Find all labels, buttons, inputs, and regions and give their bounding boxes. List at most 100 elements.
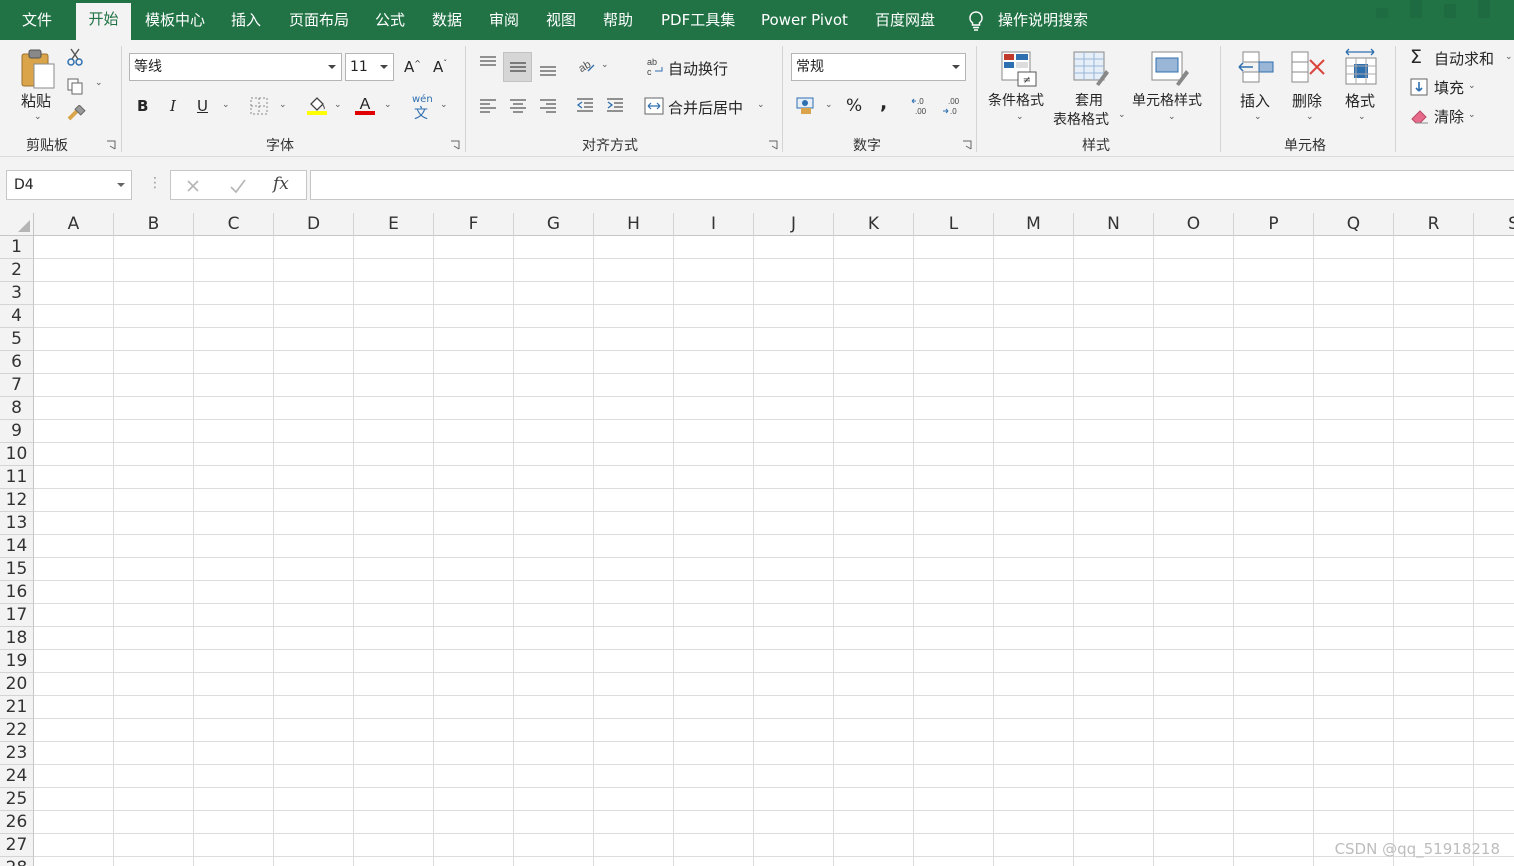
format-as-table-label-1[interactable]: 套用: [1075, 90, 1103, 110]
row-header-24[interactable]: 24: [0, 765, 34, 788]
row-header-17[interactable]: 17: [0, 604, 34, 627]
clear-dropdown-icon[interactable]: ⌄: [1468, 110, 1476, 120]
row-header-8[interactable]: 8: [0, 397, 34, 420]
format-as-table-dropdown-icon[interactable]: ⌄: [1118, 110, 1126, 120]
accounting-dropdown-icon[interactable]: ⌄: [825, 100, 833, 110]
row-header-18[interactable]: 18: [0, 627, 34, 650]
phonetic-dropdown-icon[interactable]: ⌄: [440, 100, 448, 110]
row-header-9[interactable]: 9: [0, 420, 34, 443]
merge-dropdown-icon[interactable]: ⌄: [757, 100, 765, 110]
row-header-20[interactable]: 20: [0, 673, 34, 696]
menu-review[interactable]: 审阅: [489, 0, 519, 40]
format-cells-dropdown-icon[interactable]: ⌄: [1358, 112, 1366, 122]
row-header-7[interactable]: 7: [0, 374, 34, 397]
row-header-6[interactable]: 6: [0, 351, 34, 374]
fill-color-icon[interactable]: [306, 94, 328, 116]
column-header-l[interactable]: L: [914, 213, 994, 236]
copy-dropdown-icon[interactable]: ⌄: [95, 78, 103, 88]
orientation-icon[interactable]: ab: [576, 55, 596, 75]
insert-cells-label[interactable]: 插入: [1240, 90, 1270, 111]
column-header-b[interactable]: B: [114, 213, 194, 236]
align-center-icon[interactable]: [508, 98, 528, 114]
row-header-13[interactable]: 13: [0, 512, 34, 535]
clear-label[interactable]: 清除: [1434, 106, 1464, 127]
row-header-11[interactable]: 11: [0, 466, 34, 489]
number-launcher-icon[interactable]: [962, 140, 972, 150]
bold-button[interactable]: B: [137, 97, 148, 115]
align-left-icon[interactable]: [478, 98, 498, 114]
border-dropdown-icon[interactable]: ⌄: [279, 100, 287, 110]
paste-icon[interactable]: [18, 48, 58, 90]
format-as-table-label-2[interactable]: 表格格式: [1053, 109, 1109, 129]
formula-input[interactable]: [310, 170, 1514, 200]
align-right-icon[interactable]: [538, 98, 558, 114]
menu-template-center[interactable]: 模板中心: [145, 0, 205, 40]
eraser-icon[interactable]: [1410, 107, 1430, 125]
increase-indent-icon[interactable]: [605, 97, 625, 115]
fill-icon[interactable]: [1410, 78, 1428, 96]
copy-icon[interactable]: [66, 77, 84, 95]
menu-home[interactable]: 开始: [76, 3, 131, 40]
cancel-icon[interactable]: [185, 178, 201, 194]
border-icon[interactable]: [250, 97, 268, 115]
autosum-dropdown-icon[interactable]: ⌄: [1505, 52, 1513, 62]
menu-file[interactable]: 文件: [22, 0, 52, 40]
delete-cells-label[interactable]: 删除: [1292, 90, 1322, 111]
accounting-format-icon[interactable]: [795, 96, 819, 116]
row-header-28[interactable]: 28: [0, 857, 34, 866]
font-color-icon[interactable]: A: [354, 94, 376, 116]
column-header-j[interactable]: J: [754, 213, 834, 236]
conditional-format-dropdown-icon[interactable]: ⌄: [1016, 112, 1024, 122]
column-header-o[interactable]: O: [1154, 213, 1234, 236]
comma-button[interactable]: ,: [880, 92, 887, 114]
lightbulb-icon[interactable]: [966, 10, 986, 32]
format-painter-icon[interactable]: [66, 105, 86, 123]
underline-button[interactable]: U: [197, 97, 208, 115]
menu-data[interactable]: 数据: [432, 0, 462, 40]
menu-help[interactable]: 帮助: [603, 0, 633, 40]
decrease-indent-icon[interactable]: [575, 97, 595, 115]
menu-baidu-netdisk[interactable]: 百度网盘: [875, 0, 935, 40]
row-header-14[interactable]: 14: [0, 535, 34, 558]
row-header-16[interactable]: 16: [0, 581, 34, 604]
italic-button[interactable]: I: [170, 97, 176, 115]
row-header-5[interactable]: 5: [0, 328, 34, 351]
autosum-label[interactable]: 自动求和: [1434, 48, 1494, 69]
merge-center-icon[interactable]: [644, 96, 664, 116]
menu-pdf-tools[interactable]: PDF工具集: [661, 0, 735, 40]
row-header-26[interactable]: 26: [0, 811, 34, 834]
decrease-decimal-icon[interactable]: .00.0: [942, 95, 964, 117]
align-top-icon[interactable]: [478, 55, 498, 71]
insert-cells-icon[interactable]: [1237, 50, 1275, 86]
row-header-19[interactable]: 19: [0, 650, 34, 673]
row-header-23[interactable]: 23: [0, 742, 34, 765]
splitter-dots-icon[interactable]: ⋮: [148, 175, 162, 191]
conditional-format-label[interactable]: 条件格式: [988, 90, 1044, 110]
insert-function-icon[interactable]: fx: [273, 174, 289, 194]
increase-decimal-icon[interactable]: .0.00: [911, 95, 933, 117]
row-header-27[interactable]: 27: [0, 834, 34, 857]
row-header-21[interactable]: 21: [0, 696, 34, 719]
format-cells-label[interactable]: 格式: [1345, 90, 1375, 111]
column-header-r[interactable]: R: [1394, 213, 1474, 236]
row-header-1[interactable]: 1: [0, 236, 34, 259]
align-bottom-icon[interactable]: [538, 61, 558, 77]
conditional-format-icon[interactable]: ≠: [1000, 50, 1038, 88]
row-header-25[interactable]: 25: [0, 788, 34, 811]
underline-dropdown-icon[interactable]: ⌄: [222, 100, 230, 110]
column-header-i[interactable]: I: [674, 213, 754, 236]
menu-power-pivot[interactable]: Power Pivot: [761, 0, 848, 40]
column-header-k[interactable]: K: [834, 213, 914, 236]
column-header-g[interactable]: G: [514, 213, 594, 236]
column-header-d[interactable]: D: [274, 213, 354, 236]
cell-styles-dropdown-icon[interactable]: ⌄: [1168, 112, 1176, 122]
column-header-q[interactable]: Q: [1314, 213, 1394, 236]
paste-label[interactable]: 粘贴: [21, 90, 51, 111]
font-name-combo[interactable]: 等线: [129, 53, 342, 81]
paste-dropdown-icon[interactable]: ⌄: [34, 112, 42, 122]
row-header-2[interactable]: 2: [0, 259, 34, 282]
menu-formulas[interactable]: 公式: [375, 0, 405, 40]
enter-icon[interactable]: [229, 178, 247, 194]
column-header-m[interactable]: M: [994, 213, 1074, 236]
number-format-combo[interactable]: 常规: [791, 53, 966, 81]
